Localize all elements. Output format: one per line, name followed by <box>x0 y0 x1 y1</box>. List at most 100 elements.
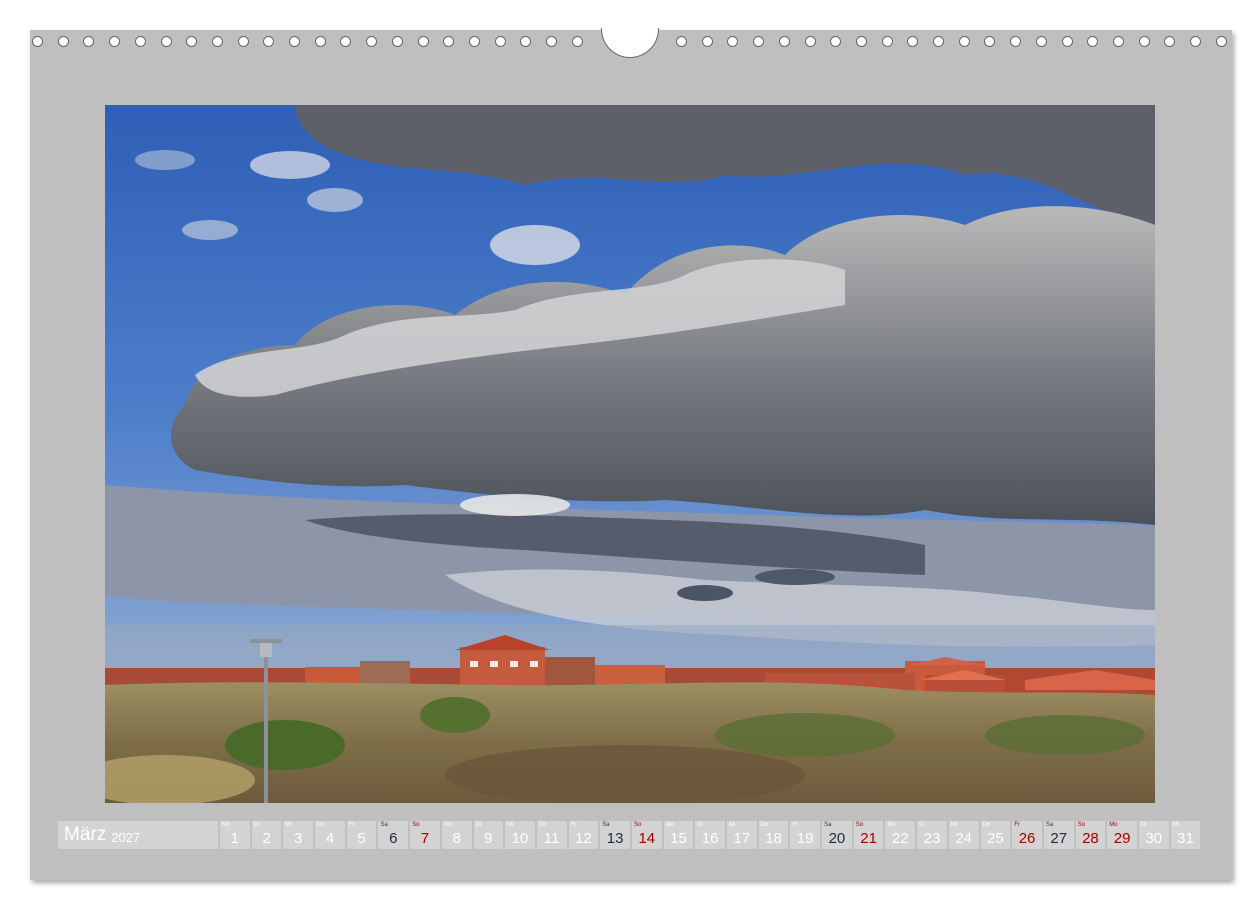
day-number: 14 <box>638 830 656 847</box>
day-cell: Do 11 <box>536 821 567 849</box>
weekday-label: Di <box>475 822 482 828</box>
weekday-label: Do <box>760 822 769 828</box>
binding-hole-icon <box>57 36 69 47</box>
binding-hole-icon <box>778 36 790 47</box>
binding-hole-icon <box>263 36 275 47</box>
binding-hole-icon <box>676 36 687 47</box>
weekday-label: Sa <box>602 822 610 828</box>
binding-hole-icon <box>958 36 970 47</box>
weekday-label: Mo <box>443 822 453 828</box>
binding-hole-icon <box>443 36 455 47</box>
day-cell: Di 30 <box>1138 821 1169 849</box>
day-cell: Mi 17 <box>727 821 757 849</box>
binding-hole-icon <box>1112 36 1124 47</box>
weekday-label: Di <box>697 822 703 828</box>
binding-hole-icon <box>211 36 223 47</box>
weekday-label: So <box>633 822 642 828</box>
binding-hole-icon <box>571 36 583 47</box>
binding-hole-icon <box>340 36 352 47</box>
binding-hole-icon <box>83 36 95 47</box>
day-cell: Di 16 <box>695 821 725 849</box>
day-cell: Mi 24 <box>948 821 979 849</box>
day-cell: Sa 6 <box>378 821 409 849</box>
weekday-label: Mo <box>1109 822 1118 828</box>
day-cell: Sa 20 <box>822 821 852 849</box>
binding-hole-icon <box>314 36 326 47</box>
day-number: 15 <box>670 830 687 847</box>
binding-hole-icon <box>391 36 403 47</box>
day-cell: Mo 8 <box>441 821 472 849</box>
day-cell: Do 4 <box>315 821 345 849</box>
day-cell: Mi 10 <box>505 821 535 849</box>
weekday-label: Mi <box>729 822 736 828</box>
day-number: 31 <box>1177 830 1194 847</box>
day-cell: Mo 15 <box>663 821 694 849</box>
binding-hole-icon <box>1215 36 1227 47</box>
day-number: 11 <box>543 830 560 847</box>
binding-hole-icon <box>1164 36 1176 47</box>
weekday-label: Mo <box>887 822 896 828</box>
binding-hole-icon <box>186 36 198 47</box>
weekday-label: Sa <box>824 822 832 828</box>
binding-hole-icon <box>417 36 429 47</box>
day-number: 16 <box>701 830 719 847</box>
day-cell: Do 25 <box>980 821 1011 849</box>
binding-hole-icon <box>727 36 739 47</box>
weekday-label: Do <box>317 822 325 828</box>
day-cell: Sa 27 <box>1043 821 1074 849</box>
weekday-label: Mi <box>507 822 514 828</box>
day-cell: Do 18 <box>758 821 789 849</box>
calendar-page: März 2027 Mo 1 Di 2 Mi 3 Do 4 Fr 5 Sa 6 So 7 Mo 8 Di 9 Mi 1… <box>30 28 1232 880</box>
day-number: 1 <box>230 830 240 847</box>
day-cell: Mo 22 <box>885 821 916 849</box>
day-cell: Fr 19 <box>790 821 821 849</box>
day-number: 28 <box>1082 830 1099 847</box>
binding-hole-icon <box>1061 36 1073 47</box>
weekday-label: So <box>412 822 420 828</box>
day-number: 23 <box>923 830 941 847</box>
weekday-label: Fr <box>570 822 577 828</box>
day-number: 24 <box>955 830 972 847</box>
hanger-notch-icon <box>601 28 659 58</box>
day-number: 18 <box>765 830 782 847</box>
day-number: 13 <box>606 830 624 847</box>
binding-hole-icon <box>134 36 146 47</box>
binding-hole-icon <box>984 36 996 47</box>
day-cell: Di 9 <box>473 821 504 849</box>
day-cell: Fr 5 <box>346 821 377 849</box>
day-cell: So 28 <box>1075 821 1106 849</box>
day-cell: So 21 <box>853 821 884 849</box>
landscape-photo <box>105 105 1155 803</box>
day-number: 22 <box>891 830 909 847</box>
weekday-label: Di <box>253 822 260 828</box>
weekday-label: Di <box>919 822 925 828</box>
binding-hole-icon <box>753 36 765 47</box>
binding-hole-icon <box>289 36 300 47</box>
binding-hole-icon <box>160 36 172 47</box>
day-number: 12 <box>575 830 592 847</box>
weekday-label: Sa <box>1045 822 1054 828</box>
day-cell: Fr 26 <box>1012 821 1042 849</box>
binding-hole-icon <box>468 36 480 47</box>
month-name: März <box>64 824 107 845</box>
month-year: 2027 <box>111 829 141 845</box>
day-cell: Mo 1 <box>220 821 250 849</box>
binding-hole-icon <box>881 36 893 47</box>
day-number: 21 <box>860 830 877 847</box>
day-number: 10 <box>511 830 529 847</box>
day-number: 17 <box>733 830 751 847</box>
binding-hole-icon <box>32 36 43 47</box>
binding-hole-icon <box>804 36 816 47</box>
weekday-label: Mi <box>950 822 958 828</box>
weekday-label: Mo <box>665 822 674 828</box>
weekday-label: Fr <box>348 822 355 828</box>
day-cell: Mo 29 <box>1107 821 1137 849</box>
weekday-label: Sa <box>380 822 388 828</box>
day-cell: So 7 <box>410 821 440 849</box>
binding-hole-icon <box>1010 36 1022 47</box>
calendar-strip: März 2027 Mo 1 Di 2 Mi 3 Do 4 Fr 5 Sa 6 So 7 Mo 8 Di 9 Mi 1… <box>58 821 1201 849</box>
day-number: 5 <box>357 830 366 847</box>
day-cell: Sa 13 <box>600 821 630 849</box>
weekday-label: Fr <box>1014 822 1020 828</box>
binding-hole-icon <box>701 36 713 47</box>
